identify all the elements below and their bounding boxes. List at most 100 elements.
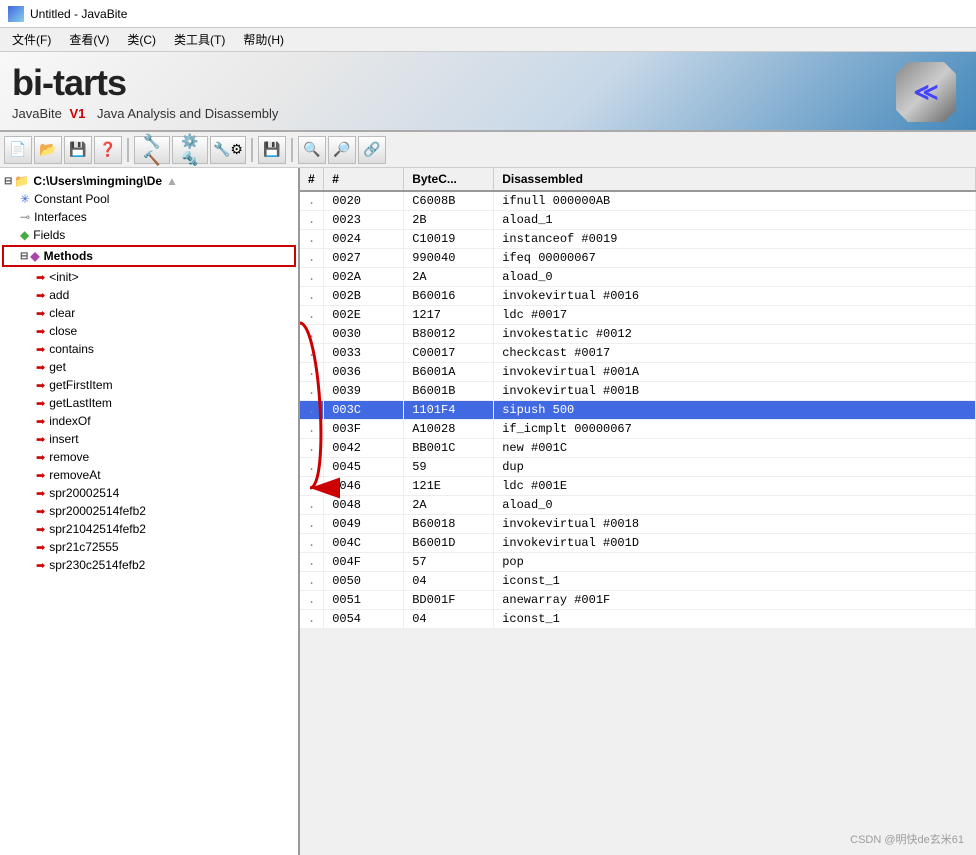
method-insert[interactable]: ➡ insert (0, 430, 298, 448)
toolbar-save[interactable]: 💾 (64, 136, 92, 164)
method-close[interactable]: ➡ close (0, 322, 298, 340)
table-row[interactable]: . 004F 57 pop (300, 553, 976, 572)
method-getfirstitem[interactable]: ➡ getFirstItem (0, 376, 298, 394)
row-bytecode: C00017 (404, 344, 494, 363)
arrow-right-icon-7: ➡ (36, 379, 45, 392)
method-spr20002514[interactable]: ➡ spr20002514 (0, 484, 298, 502)
row-bytecode: BD001F (404, 591, 494, 610)
tree-item-constant-pool[interactable]: ✳ Constant Pool (0, 190, 298, 208)
method-clear[interactable]: ➡ clear (0, 304, 298, 322)
row-disasm: invokevirtual #001A (494, 363, 976, 382)
table-row[interactable]: . 0039 B6001B invokevirtual #001B (300, 382, 976, 401)
tree-item-fields[interactable]: ◆ Fields (0, 226, 298, 244)
method-spr21042514fefb2[interactable]: ➡ spr21042514fefb2 (0, 520, 298, 538)
table-row[interactable]: . 0024 C10019 instanceof #0019 (300, 230, 976, 249)
toolbar-tools3[interactable]: 🔧⚙ (210, 136, 246, 164)
tree-item-interfaces[interactable]: ⊸ Interfaces (0, 208, 298, 226)
menu-class[interactable]: 类(C) (119, 29, 164, 50)
toolbar-search2[interactable]: 🔎 (328, 136, 356, 164)
table-row[interactable]: . 0051 BD001F anewarray #001F (300, 591, 976, 610)
table-row[interactable]: . 003F A10028 if_icmplt 00000067 (300, 420, 976, 439)
arrow-right-icon-17: ➡ (36, 559, 45, 572)
methods-expand-icon[interactable]: ⊟ (20, 251, 28, 262)
table-row[interactable]: . 002E 1217 ldc #0017 (300, 306, 976, 325)
table-row[interactable]: . 0030 B80012 invokestatic #0012 (300, 325, 976, 344)
row-dot: . (300, 572, 324, 591)
menu-view[interactable]: 查看(V) (61, 29, 117, 50)
method-remove-label: remove (49, 450, 89, 464)
method-add-label: add (49, 288, 69, 302)
col-disasm: Disassembled (494, 168, 976, 191)
table-row[interactable]: . 0023 2B aload_1 (300, 211, 976, 230)
method-indexof[interactable]: ➡ indexOf (0, 412, 298, 430)
table-row[interactable]: . 0046 121E ldc #001E (300, 477, 976, 496)
method-insert-label: insert (49, 432, 78, 446)
row-offset: 004F (324, 553, 404, 572)
method-contains[interactable]: ➡ contains (0, 340, 298, 358)
row-bytecode: 59 (404, 458, 494, 477)
arrow-right-icon-11: ➡ (36, 451, 45, 464)
table-row[interactable]: . 0020 C6008B ifnull 000000AB (300, 191, 976, 211)
row-dot: . (300, 268, 324, 287)
method-spr2-label: spr20002514fefb2 (49, 504, 146, 518)
method-getfirstitem-label: getFirstItem (49, 378, 112, 392)
table-row[interactable]: . 0050 04 iconst_1 (300, 572, 976, 591)
toolbar-sep-3 (291, 138, 293, 162)
toolbar-new[interactable]: 📄 (4, 136, 32, 164)
menu-class-tools[interactable]: 类工具(T) (166, 29, 233, 50)
arrow-right-icon-10: ➡ (36, 433, 45, 446)
method-getlastitem[interactable]: ➡ getLastItem (0, 394, 298, 412)
table-row[interactable]: . 0045 59 dup (300, 458, 976, 477)
table-row[interactable]: . 0054 04 iconst_1 (300, 610, 976, 629)
table-row[interactable]: . 002B B60016 invokevirtual #0016 (300, 287, 976, 306)
method-spr20002514fefb2[interactable]: ➡ spr20002514fefb2 (0, 502, 298, 520)
row-offset: 0030 (324, 325, 404, 344)
menu-help[interactable]: 帮助(H) (235, 29, 292, 50)
toolbar-link[interactable]: 🔗 (358, 136, 386, 164)
row-offset: 0049 (324, 515, 404, 534)
row-dot: . (300, 534, 324, 553)
method-init[interactable]: ➡ <init> (0, 268, 298, 286)
col-dot: # (300, 168, 324, 191)
row-offset: 0050 (324, 572, 404, 591)
methods-header[interactable]: ⊟ ◆ Methods (4, 247, 294, 265)
arrow-right-icon: ➡ (36, 271, 45, 284)
table-row[interactable]: . 004C B6001D invokevirtual #001D (300, 534, 976, 553)
methods-label: Methods (44, 249, 93, 263)
row-offset: 003F (324, 420, 404, 439)
method-spr230c2514fefb2[interactable]: ➡ spr230c2514fefb2 (0, 556, 298, 574)
row-offset: 0046 (324, 477, 404, 496)
method-get-label: get (49, 360, 66, 374)
method-removeat-label: removeAt (49, 468, 100, 482)
method-get[interactable]: ➡ get (0, 358, 298, 376)
table-row[interactable]: . 0049 B60018 invokevirtual #0018 (300, 515, 976, 534)
table-row[interactable]: . 0048 2A aload_0 (300, 496, 976, 515)
table-row[interactable]: . 002A 2A aload_0 (300, 268, 976, 287)
method-spr21c72555[interactable]: ➡ spr21c72555 (0, 538, 298, 556)
toolbar-tools1[interactable]: 🔧🔨 (134, 136, 170, 164)
toolbar-open[interactable]: 📂 (34, 136, 62, 164)
row-disasm: checkcast #0017 (494, 344, 976, 363)
toolbar-tools2[interactable]: ⚙️🔩 (172, 136, 208, 164)
root-expand-icon[interactable]: ⊟ (4, 176, 12, 187)
method-removeat[interactable]: ➡ removeAt (0, 466, 298, 484)
table-row[interactable]: . 0036 B6001A invokevirtual #001A (300, 363, 976, 382)
toolbar-help[interactable]: ❓ (94, 136, 122, 164)
row-bytecode: 2A (404, 268, 494, 287)
row-bytecode: B60016 (404, 287, 494, 306)
toolbar-search1[interactable]: 🔍 (298, 136, 326, 164)
method-remove[interactable]: ➡ remove (0, 448, 298, 466)
method-add[interactable]: ➡ add (0, 286, 298, 304)
table-row[interactable]: . 0042 BB001C new #001C (300, 439, 976, 458)
disasm-area: # # ByteC... Disassembled . 0020 C6008B … (300, 168, 976, 855)
arrow-right-icon-16: ➡ (36, 541, 45, 554)
row-disasm: aload_0 (494, 268, 976, 287)
row-offset: 002E (324, 306, 404, 325)
table-row[interactable]: . 0027 990040 ifeq 00000067 (300, 249, 976, 268)
table-row[interactable]: . 003C 1101F4 sipush 500 (300, 401, 976, 420)
menu-file[interactable]: 文件(F) (4, 29, 59, 50)
scrollbar-indicator: ▲ (166, 174, 178, 188)
toolbar-save2[interactable]: 💾 (258, 136, 286, 164)
table-row[interactable]: . 0033 C00017 checkcast #0017 (300, 344, 976, 363)
tree-root[interactable]: ⊟ 📁 C:\Users\mingming\De ▲ (0, 172, 298, 190)
